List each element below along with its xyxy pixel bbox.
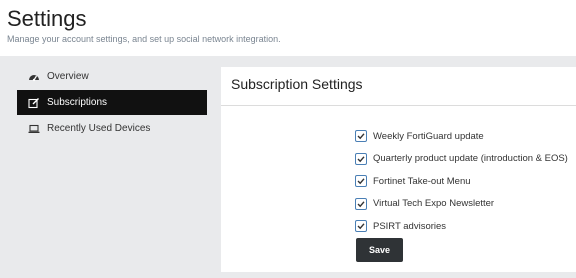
checkbox[interactable] [355, 175, 367, 188]
settings-sidebar: Overview Subscriptions Recently Used Dev… [17, 64, 207, 142]
panel-divider [221, 105, 576, 106]
option-label: Virtual Tech Expo Newsletter [373, 198, 495, 210]
option-psirt-advisories[interactable]: PSIRT advisories [355, 215, 568, 238]
panel-title: Subscription Settings [231, 76, 363, 92]
option-weekly-fortiguard-update[interactable]: Weekly FortiGuard update [355, 125, 568, 148]
option-fortinet-take-out-menu[interactable]: Fortinet Take-out Menu [355, 170, 568, 193]
option-label: Weekly FortiGuard update [373, 130, 484, 142]
sidebar-item-label: Overview [47, 71, 89, 82]
subscription-settings-panel: Subscription Settings Weekly FortiGuard … [221, 67, 576, 272]
option-quarterly-product-update[interactable]: Quarterly product update (introduction &… [355, 148, 568, 171]
page-title: Settings [7, 6, 87, 31]
checkbox[interactable] [355, 197, 367, 210]
option-label: Fortinet Take-out Menu [373, 175, 471, 187]
option-label: PSIRT advisories [373, 220, 447, 232]
save-button[interactable]: Save [356, 238, 403, 262]
sidebar-item-label: Subscriptions [47, 97, 108, 108]
checkbox[interactable] [355, 130, 367, 143]
sidebar-item-subscriptions[interactable]: Subscriptions [17, 90, 207, 115]
checkbox[interactable] [355, 152, 367, 165]
page-subtitle: Manage your account settings, and set up… [7, 34, 281, 44]
option-label: Quarterly product update (introduction &… [373, 153, 568, 165]
sidebar-item-recently-used-devices[interactable]: Recently Used Devices [17, 116, 207, 141]
sidebar-item-label: Recently Used Devices [47, 123, 151, 134]
checkbox[interactable] [355, 220, 367, 233]
edit-icon [28, 97, 40, 109]
page-header: Settings Manage your account settings, a… [0, 0, 576, 56]
subscription-options: Weekly FortiGuard update Quarterly produ… [355, 125, 568, 238]
dashboard-icon [28, 71, 40, 83]
laptop-icon [28, 123, 40, 135]
option-virtual-tech-expo-newsletter[interactable]: Virtual Tech Expo Newsletter [355, 193, 568, 216]
sidebar-item-overview[interactable]: Overview [17, 64, 207, 89]
